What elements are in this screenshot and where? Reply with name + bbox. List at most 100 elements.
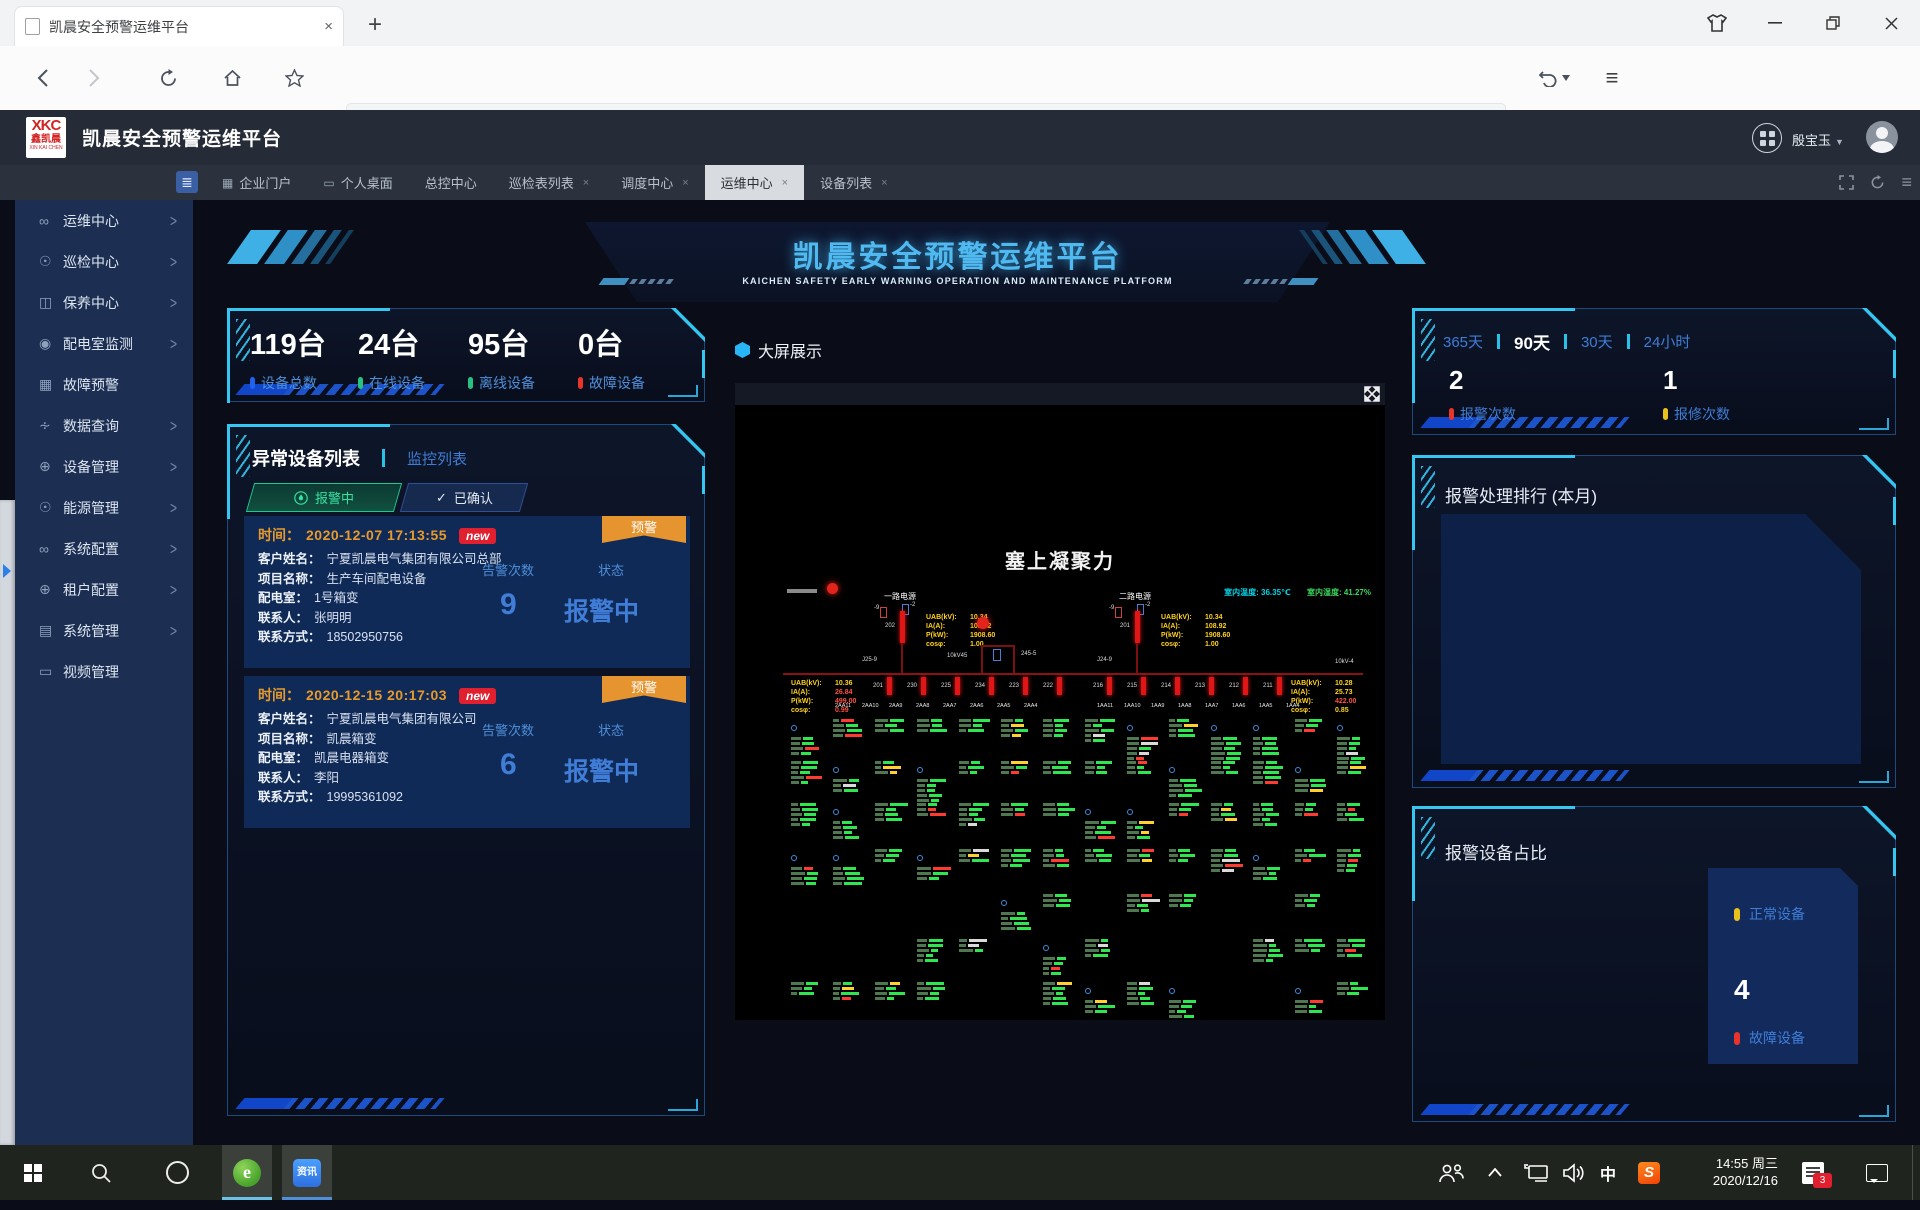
page-tab-企业门户[interactable]: ▦企业门户 <box>206 165 307 200</box>
stat-value: 0台 <box>578 321 645 363</box>
stat-label: 故障设备 <box>589 373 645 393</box>
back-icon[interactable] <box>26 62 58 94</box>
avatar[interactable] <box>1866 121 1898 153</box>
apps-grid-icon[interactable] <box>1752 123 1782 153</box>
restore-button[interactable] <box>1804 0 1862 46</box>
monitor-list-link[interactable]: 监控列表 <box>407 448 467 469</box>
sidebar-item-能源管理[interactable]: ☉能源管理> <box>15 487 193 528</box>
sidebar-item-配电室监测[interactable]: ◉配电室监测> <box>15 323 193 364</box>
new-tab-button[interactable]: + <box>358 8 392 42</box>
taskbar-search-icon[interactable] <box>76 1145 126 1200</box>
page-tab-运维中心[interactable]: 运维中心× <box>705 165 804 200</box>
tab-close-icon[interactable]: × <box>682 177 688 189</box>
reading-block <box>1169 894 1205 909</box>
range-option-90天[interactable]: 90天 <box>1514 329 1550 354</box>
sidebar-item-保养中心[interactable]: ◫保养中心> <box>15 282 193 323</box>
chevron-right-icon: > <box>170 580 177 600</box>
sidebar-item-label: 租户配置 <box>63 580 119 600</box>
globe-icon: ⊕ <box>39 581 63 598</box>
undo-closed-tab-icon[interactable] <box>1530 62 1578 94</box>
people-icon[interactable] <box>1438 1145 1464 1200</box>
notes-icon[interactable]: 3 <box>1802 1145 1824 1200</box>
range-separator <box>1564 334 1567 349</box>
range-option-30天[interactable]: 30天 <box>1581 331 1613 352</box>
close-button[interactable] <box>1862 0 1920 46</box>
alarm-card[interactable]: 预警时间：2020-12-07 17:13:55new客户姓名：宁夏凯晨电气集团… <box>244 516 690 668</box>
page-tab-label: 总控中心 <box>425 173 477 192</box>
skin-icon[interactable] <box>1688 0 1746 46</box>
sidebar-item-设备管理[interactable]: ⊕设备管理> <box>15 446 193 487</box>
user-icon: ☉ <box>39 253 63 270</box>
refresh-page-icon[interactable] <box>1870 175 1885 190</box>
ranking-empty-box <box>1441 514 1861 764</box>
feeder-tag: 2AA7 <box>943 703 956 709</box>
fullscreen-icon[interactable] <box>1839 175 1854 190</box>
range-option-24小时[interactable]: 24小时 <box>1644 331 1691 352</box>
menu-icon[interactable]: ≡ <box>1596 62 1628 94</box>
sidebar-item-系统配置[interactable]: ∞系统配置> <box>15 528 193 569</box>
tab-close-icon[interactable]: × <box>782 177 788 189</box>
alarm-ratio-panel: 报警设备占比 正常设备 4 故障设备 <box>1412 806 1896 1122</box>
sidebar-item-租户配置[interactable]: ⊕租户配置 > <box>15 569 193 610</box>
refresh-icon[interactable] <box>152 62 184 94</box>
range-option-365天[interactable]: 365天 <box>1443 331 1483 352</box>
desktop-icon: ▭ <box>323 176 334 190</box>
stat-label: 设备总数 <box>261 373 317 393</box>
news-app-icon[interactable]: 资讯 <box>282 1145 332 1200</box>
stat-故障设备: 0台故障设备 <box>578 321 645 393</box>
expand-icon[interactable] <box>1364 386 1380 402</box>
page-tab-个人桌面[interactable]: ▭个人桌面 <box>307 165 408 200</box>
tab-close-icon[interactable]: × <box>324 18 333 35</box>
browser-tab[interactable]: 凯晨安全预警运维平台 × <box>14 6 344 46</box>
reading-block <box>1127 719 1163 762</box>
reading-block <box>1211 761 1247 776</box>
reading-block <box>1253 803 1289 828</box>
ime-indicator[interactable]: 中 <box>1600 1145 1616 1200</box>
start-button[interactable] <box>8 1145 58 1200</box>
bus-right-label: 10kV-4 <box>1335 659 1354 665</box>
sidebar-item-运维中心[interactable]: ∞运维中心> <box>15 200 193 241</box>
action-center-icon[interactable] <box>1866 1145 1888 1200</box>
calendar-icon: ▦ <box>39 376 63 393</box>
page-tab-总控中心[interactable]: 总控中心 <box>409 165 493 200</box>
tab-alarming[interactable]: 报警中 <box>246 483 402 512</box>
sidebar-item-数据查询[interactable]: ∻数据查询> <box>15 405 193 446</box>
volume-icon[interactable] <box>1562 1145 1586 1200</box>
strip-menu-icon[interactable]: ≡ <box>1901 172 1912 193</box>
big-screen-header: 大屏展示 <box>735 338 822 362</box>
feeder-tag: 2AA9 <box>889 703 902 709</box>
home-icon[interactable] <box>216 62 248 94</box>
alarm-card[interactable]: 预警时间：2020-12-15 20:17:03new客户姓名：宁夏凯晨电气集团… <box>244 676 690 828</box>
forward-icon[interactable] <box>78 62 110 94</box>
sidebar-collapse-icon[interactable]: ≣ <box>176 171 198 193</box>
sidebar-item-label: 视频管理 <box>63 662 119 682</box>
reading-block <box>1337 849 1373 874</box>
reading-block <box>1043 894 1079 909</box>
minimize-button[interactable] <box>1746 0 1804 46</box>
sidebar-item-系统管理[interactable]: ▤系统管理> <box>15 610 193 651</box>
network-icon[interactable] <box>1524 1145 1550 1200</box>
stat-label: 在线设备 <box>369 373 425 393</box>
show-desktop-strip[interactable] <box>1912 1145 1920 1200</box>
sidebar-item-视频管理[interactable]: ▭视频管理 <box>15 651 193 692</box>
cortana-icon[interactable] <box>152 1145 202 1200</box>
left-edge-collapse-strip[interactable] <box>0 500 15 1145</box>
reading-block <box>1043 939 1079 977</box>
user-menu[interactable]: 殷宝玉▼ <box>1792 130 1844 149</box>
chevron-right-icon: > <box>170 621 177 641</box>
sidebar-item-巡检中心[interactable]: ☉巡检中心> <box>15 241 193 282</box>
taskbar-clock[interactable]: 14:55 周三2020/12/16 <box>1688 1145 1778 1210</box>
sogou-icon[interactable]: S <box>1638 1145 1660 1200</box>
page-tab-巡检表列表[interactable]: 巡检表列表× <box>493 165 605 200</box>
chevron-up-icon[interactable] <box>1488 1145 1502 1200</box>
page-tab-调度中心[interactable]: 调度中心× <box>605 165 704 200</box>
tab-close-icon[interactable]: × <box>583 177 589 189</box>
chevron-right-icon: > <box>170 457 177 477</box>
reading-block <box>917 939 953 964</box>
browser-app-icon[interactable]: e <box>222 1145 272 1200</box>
sidebar-item-故障预警[interactable]: ▦故障预警 <box>15 364 193 405</box>
page-tab-设备列表[interactable]: 设备列表× <box>804 165 903 200</box>
tab-close-icon[interactable]: × <box>881 177 887 189</box>
tab-confirmed[interactable]: ✓已确认 <box>400 483 528 512</box>
favorites-star-icon[interactable] <box>278 62 310 94</box>
